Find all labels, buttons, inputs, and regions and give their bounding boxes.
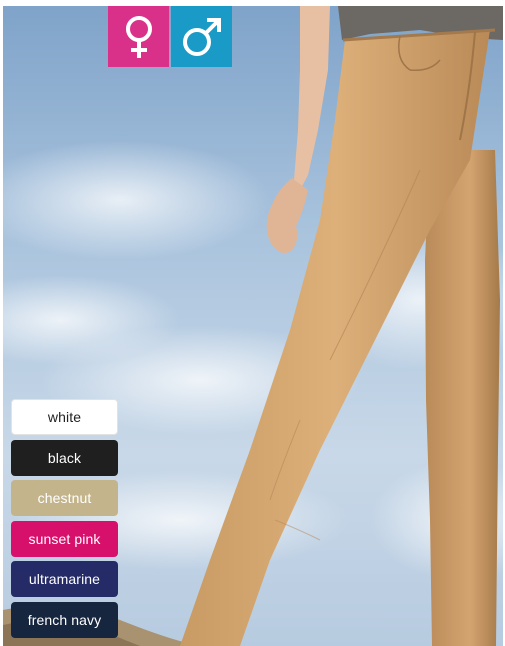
- swatch-label: ultramarine: [28, 571, 101, 587]
- swatch-label: black: [47, 449, 82, 466]
- color-swatch-white[interactable]: white: [11, 399, 118, 435]
- color-swatch-list: white black chestnut sunset pink ultrama…: [11, 399, 118, 642]
- swatch-label: french navy: [27, 611, 102, 628]
- product-view: white black chestnut sunset pink ultrama…: [0, 0, 505, 646]
- swatch-label: sunset pink: [28, 530, 101, 547]
- color-swatch-sunset-pink[interactable]: sunset pink: [11, 520, 118, 557]
- swatch-label: chestnut: [37, 490, 92, 506]
- male-filter-button[interactable]: [171, 6, 232, 67]
- male-symbol-icon: [182, 17, 221, 56]
- color-swatch-french-navy[interactable]: french navy: [11, 601, 118, 638]
- color-swatch-ultramarine[interactable]: ultramarine: [11, 561, 118, 597]
- color-swatch-chestnut[interactable]: chestnut: [11, 480, 118, 516]
- female-symbol-icon: [125, 15, 152, 58]
- color-swatch-black[interactable]: black: [11, 439, 118, 476]
- female-filter-button[interactable]: [108, 6, 169, 67]
- swatch-label: white: [47, 409, 82, 425]
